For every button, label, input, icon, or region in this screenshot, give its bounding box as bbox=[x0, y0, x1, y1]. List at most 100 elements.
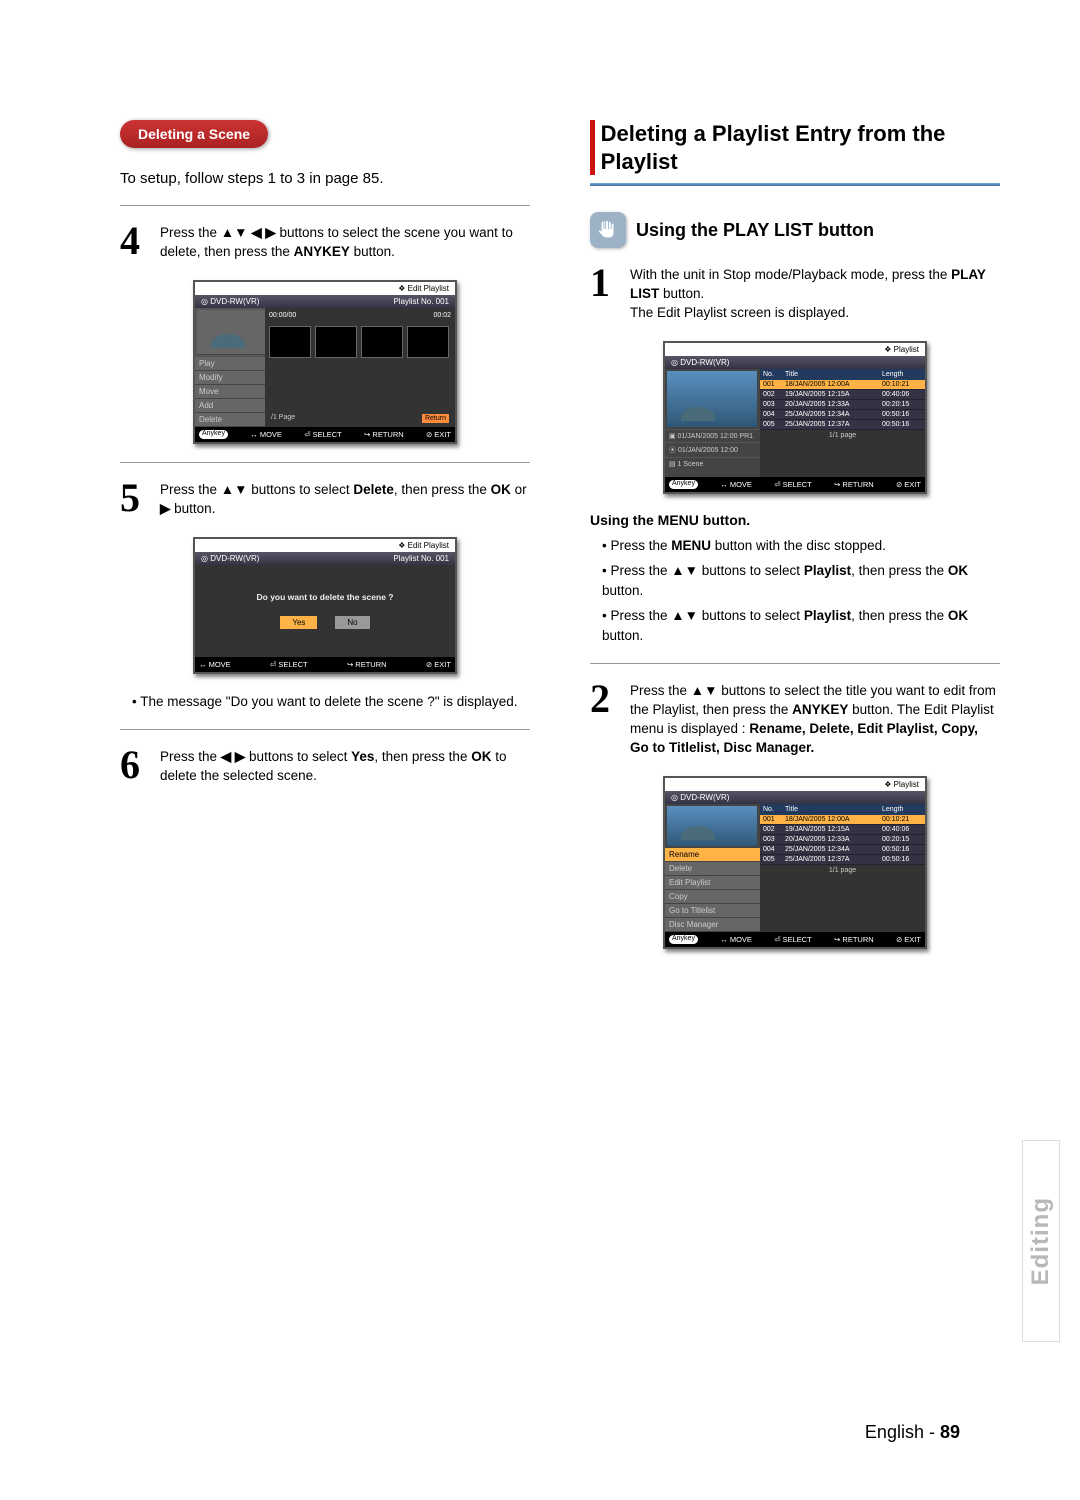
arrows-icon: ▲▼ bbox=[671, 563, 698, 578]
table-row: 00118/JAN/2005 12:00A00:10:21 bbox=[760, 815, 925, 825]
arrows-icon: ▲▼ ◀ ▶ bbox=[221, 225, 276, 240]
bullet: • Press the ▲▼ buttons to select Playlis… bbox=[602, 561, 1000, 600]
t: 004 bbox=[763, 411, 785, 418]
t: Press the bbox=[160, 225, 221, 240]
ss-footer: Anykey ↔ MOVE ⏎ SELECT ↪ RETURN ⊘ EXIT bbox=[665, 477, 925, 492]
t: 25/JAN/2005 12:34A bbox=[785, 411, 882, 418]
table-row: 00320/JAN/2005 12:33A00:20:15 bbox=[760, 400, 925, 410]
table-row: 00525/JAN/2005 12:37A00:50:16 bbox=[760, 855, 925, 865]
info-line: ⦿ 01/JAN/2005 12:00 bbox=[665, 442, 760, 457]
t: 00:10:21 bbox=[882, 381, 922, 388]
screenshot-edit-playlist: ❖ Edit Playlist ◎ DVD-RW(VR) Playlist No… bbox=[193, 280, 457, 444]
bullet: • Press the ▲▼ buttons to select Playlis… bbox=[602, 606, 1000, 645]
t: ANYKEY bbox=[792, 702, 848, 717]
t: ◎ DVD-RW(VR) bbox=[671, 358, 729, 367]
section-heading: Deleting a Playlist Entry from the Playl… bbox=[601, 120, 1000, 175]
page: Deleting a Scene To setup, follow steps … bbox=[0, 0, 1080, 1500]
anykey-icon: Anykey bbox=[199, 430, 228, 439]
red-bar-icon bbox=[590, 120, 595, 175]
t: ↔ MOVE bbox=[250, 430, 282, 439]
ss-left: Rename Delete Edit Playlist Copy Go to T… bbox=[665, 804, 760, 932]
timebar: 00:00/00 00:02 bbox=[269, 312, 451, 319]
t: The Edit Playlist screen is displayed. bbox=[630, 305, 849, 320]
step-1: 1 With the unit in Stop mode/Playback mo… bbox=[590, 266, 1000, 323]
ss-body: Play Modify Move Add Delete 00:00/00 00:… bbox=[195, 308, 455, 427]
dialog-buttons: Yes No bbox=[280, 616, 369, 629]
t: Length bbox=[882, 806, 922, 813]
page-footer: English - 89 bbox=[865, 1422, 960, 1443]
arrows-icon: ◀ ▶ bbox=[221, 749, 246, 764]
yes-button: Yes bbox=[280, 616, 317, 629]
playlist-table: No. Title Length 00118/JAN/2005 12:00A00… bbox=[760, 369, 925, 477]
divider bbox=[120, 462, 530, 463]
t: With the unit in Stop mode/Playback mode… bbox=[630, 267, 951, 282]
page-indicator: 1/1 page bbox=[760, 865, 925, 876]
ss-body: Rename Delete Edit Playlist Copy Go to T… bbox=[665, 804, 925, 932]
t: Press the bbox=[630, 683, 691, 698]
context-menu: Rename Delete Edit Playlist Copy Go to T… bbox=[665, 848, 760, 932]
t: 19/JAN/2005 12:15A bbox=[785, 391, 882, 398]
step-5: 5 Press the ▲▼ buttons to select Delete,… bbox=[120, 481, 530, 519]
t: 003 bbox=[763, 836, 785, 843]
t: ↪ RETURN bbox=[364, 430, 404, 439]
t: ◎ DVD-RW(VR) bbox=[201, 554, 259, 563]
setup-text: To setup, follow steps 1 to 3 in page 85… bbox=[120, 170, 530, 187]
anykey-icon: Anykey bbox=[669, 480, 698, 489]
step-text: Press the ▲▼ buttons to select the title… bbox=[630, 682, 1000, 758]
menu-item: Play bbox=[195, 357, 265, 371]
t: 00:20:15 bbox=[882, 401, 922, 408]
ss-title: ❖ Edit Playlist bbox=[195, 539, 455, 552]
t: Delete bbox=[353, 482, 394, 497]
divider bbox=[120, 205, 530, 206]
t: Title bbox=[785, 806, 882, 813]
step-6: 6 Press the ◀ ▶ buttons to select Yes, t… bbox=[120, 748, 530, 786]
t: ↪ RETURN bbox=[834, 480, 874, 489]
ss-header: ◎ DVD-RW(VR) bbox=[665, 791, 925, 804]
t: 00:10:21 bbox=[882, 816, 922, 823]
step-number: 6 bbox=[120, 748, 150, 786]
menu-item: Disc Manager bbox=[665, 918, 760, 932]
page-number: 89 bbox=[940, 1422, 960, 1442]
t: OK bbox=[471, 749, 491, 764]
chapter-tab: Editing bbox=[1022, 1140, 1060, 1342]
menu-item: Add bbox=[195, 399, 265, 413]
screenshot-playlist-menu: ❖ Playlist ◎ DVD-RW(VR) Rename Delete Ed… bbox=[663, 776, 927, 949]
t: 00:50:16 bbox=[882, 411, 922, 418]
page-indicator: /1 Page bbox=[271, 414, 295, 421]
menu-item: Go to Titlelist bbox=[665, 904, 760, 918]
t: Press the bbox=[160, 482, 221, 497]
menu-item: Rename bbox=[665, 848, 760, 862]
t: button. bbox=[350, 244, 395, 259]
t: 005 bbox=[763, 421, 785, 428]
menu-item: Move bbox=[195, 385, 265, 399]
ss-title: ❖ Playlist bbox=[665, 778, 925, 791]
t: or bbox=[511, 482, 527, 497]
ss-footer: Anykey ↔ MOVE ⏎ SELECT ↪ RETURN ⊘ EXIT bbox=[665, 932, 925, 947]
step-number: 4 bbox=[120, 224, 150, 262]
menu-item: Modify bbox=[195, 371, 265, 385]
t: ⊘ EXIT bbox=[426, 660, 451, 669]
t: 00:50:16 bbox=[882, 856, 922, 863]
t: button with the disc stopped. bbox=[711, 538, 886, 553]
t: 25/JAN/2005 12:34A bbox=[785, 846, 882, 853]
t: ⊘ EXIT bbox=[896, 935, 921, 944]
t: Press the bbox=[610, 563, 671, 578]
t: button. bbox=[602, 628, 643, 643]
heading-row: Deleting a Playlist Entry from the Playl… bbox=[590, 120, 1000, 175]
t: MENU bbox=[671, 538, 711, 553]
playlist-table: No. Title Length 00118/JAN/2005 12:00A00… bbox=[760, 804, 925, 932]
step-text: With the unit in Stop mode/Playback mode… bbox=[630, 266, 1000, 323]
t: No. bbox=[763, 371, 785, 378]
ss-left: ▣ 01/JAN/2005 12:00 PR1 ⦿ 01/JAN/2005 12… bbox=[665, 369, 760, 477]
scene-row bbox=[269, 326, 451, 358]
menu-item: Edit Playlist bbox=[665, 876, 760, 890]
t: 00:02 bbox=[433, 312, 451, 319]
return-button: Return bbox=[422, 414, 449, 423]
ss-header: ◎ DVD-RW(VR) bbox=[665, 356, 925, 369]
t: 00:50:16 bbox=[882, 846, 922, 853]
table-row: 00425/JAN/2005 12:34A00:50:16 bbox=[760, 410, 925, 420]
t: Playlist No. 001 bbox=[393, 554, 449, 563]
t: Playlist No. 001 bbox=[393, 297, 449, 306]
t: ◎ DVD-RW(VR) bbox=[671, 793, 729, 802]
t: Press the bbox=[610, 608, 671, 623]
